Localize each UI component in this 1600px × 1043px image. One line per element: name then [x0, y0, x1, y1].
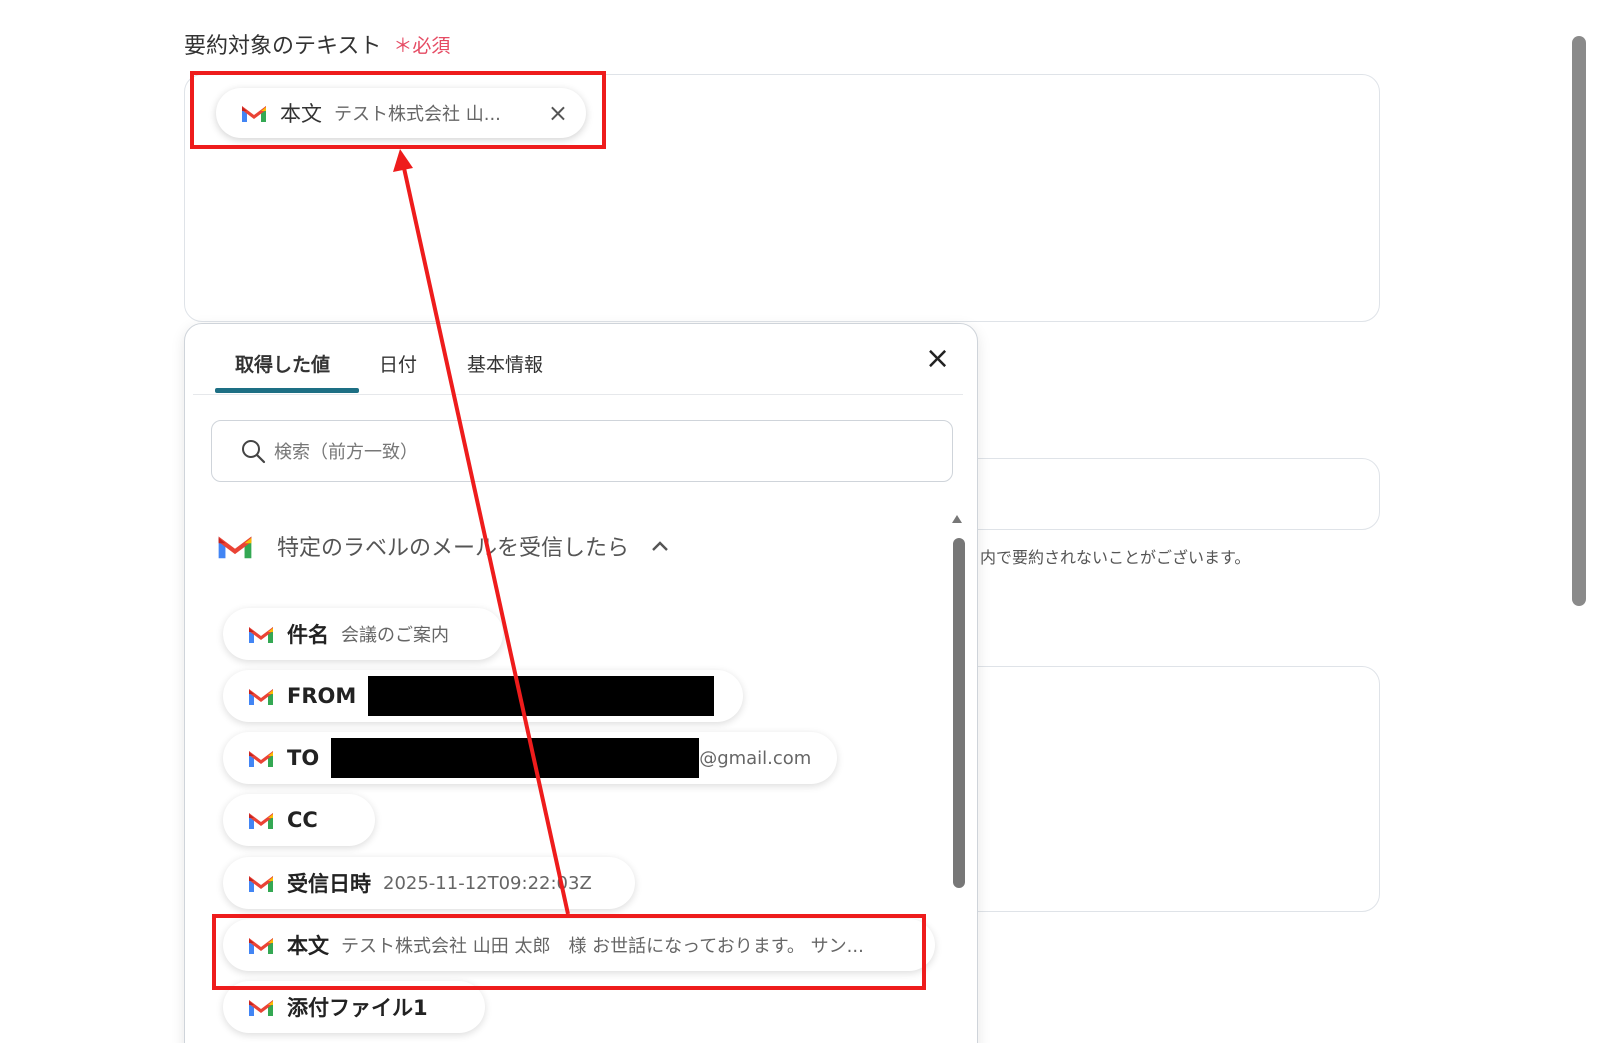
annotation-arrow [393, 149, 570, 915]
page: 要約対象のテキスト ＊必須 本文 テスト株式会社 山... × 内で要約されない… [0, 0, 1600, 1043]
